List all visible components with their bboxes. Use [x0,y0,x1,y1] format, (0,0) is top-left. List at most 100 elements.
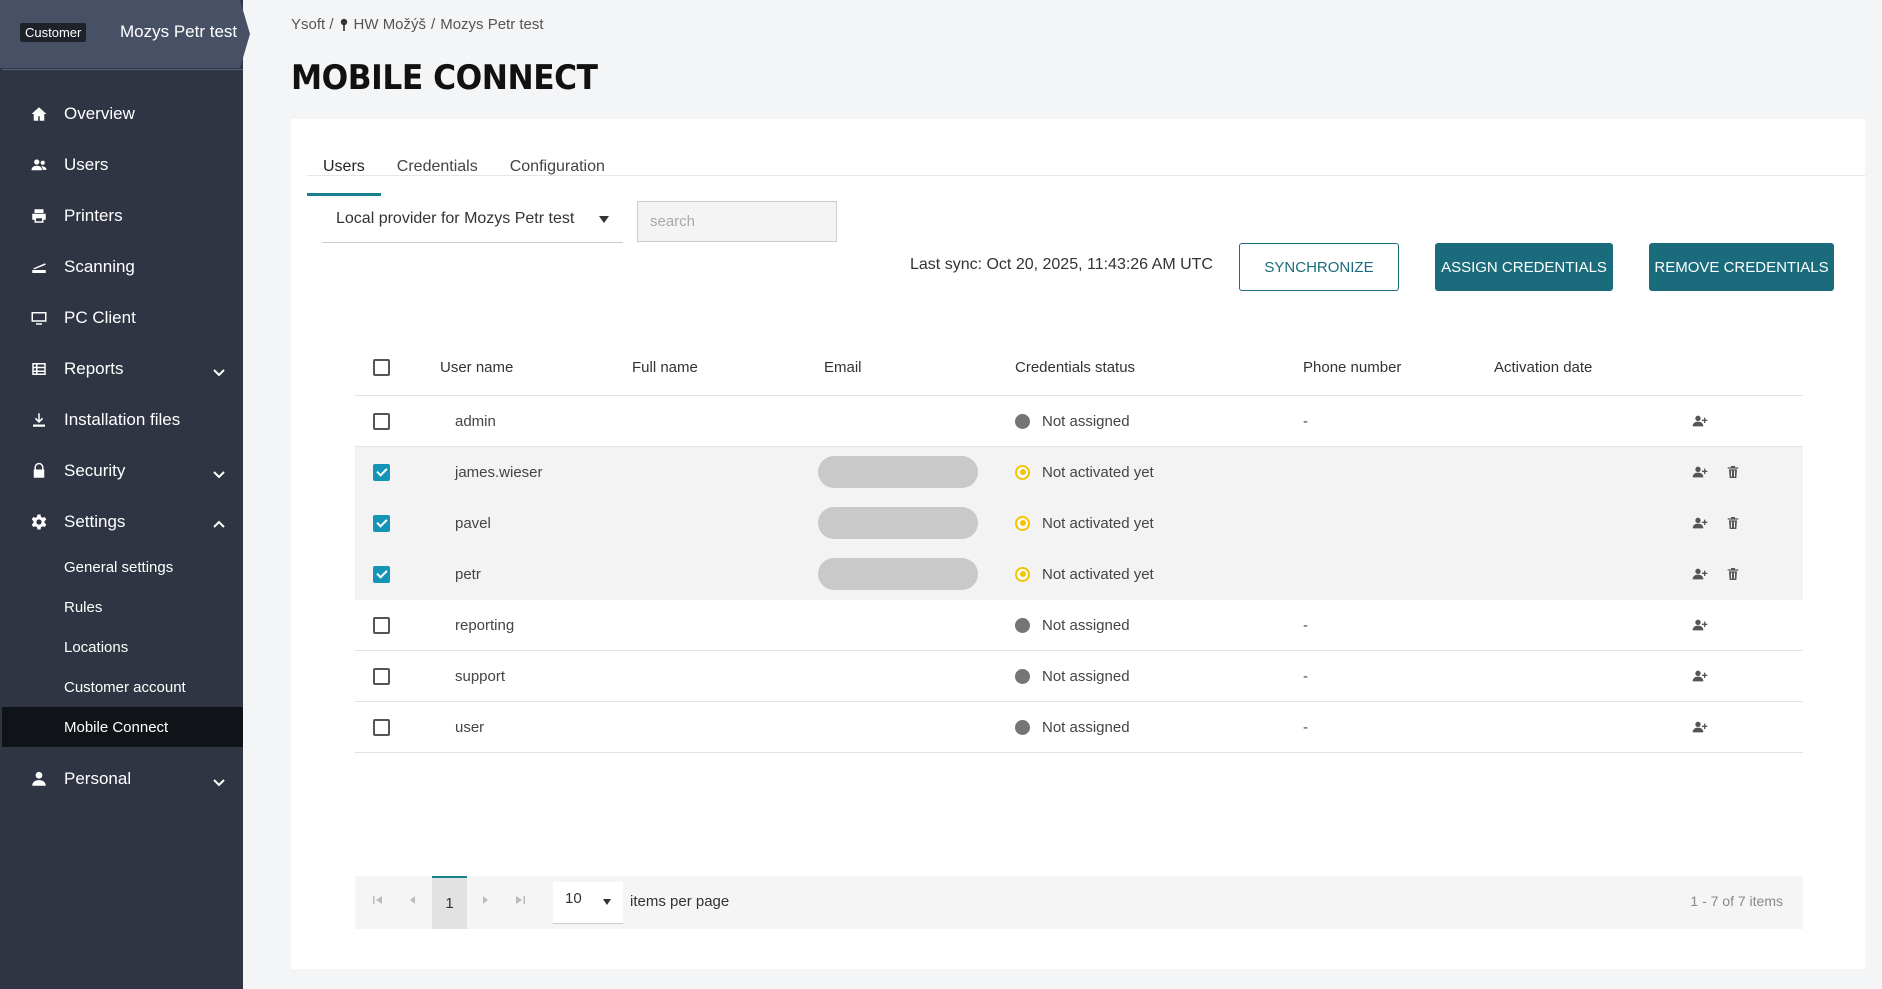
row-checkbox[interactable] [373,412,390,430]
col-activation-date[interactable]: Activation date [1494,340,1592,395]
sidebar-item-pc-client[interactable]: PC Client [0,292,243,343]
row-checkbox-cell [373,498,390,548]
assign-user-icon[interactable] [1691,667,1709,685]
synchronize-button[interactable]: SYNCHRONIZE [1239,243,1399,291]
table-row[interactable]: user Not assigned - [355,702,1803,753]
username-cell: petr [455,565,481,583]
select-all-checkbox[interactable] [373,359,390,376]
assign-user-icon[interactable] [1691,565,1709,583]
sidebar-subitem-general-settings[interactable]: General settings [0,547,243,587]
sidebar-item-label: Settings [64,511,126,531]
person-icon [29,769,49,789]
status-cell: Not activated yet [1015,447,1154,497]
sidebar-divider [2,69,243,70]
action-cell [1691,549,1709,599]
page-title: MOBILE CONNECT [291,58,598,98]
row-checkbox[interactable] [373,463,390,481]
phone-cell: - [1303,718,1308,736]
table-row[interactable]: pavel Not activated yet [355,498,1803,549]
status-text: Not assigned [1042,718,1130,736]
col-fullname[interactable]: Full name [632,340,698,395]
sidebar-item-scanning[interactable]: Scanning [0,241,243,292]
provider-select[interactable]: Local provider for Mozys Petr test [322,200,623,243]
breadcrumb-root[interactable]: Ysoft / [291,16,334,33]
assign-user-icon[interactable] [1691,616,1709,634]
table-row[interactable]: admin Not assigned - [355,396,1803,447]
row-checkbox-cell [373,549,390,599]
sidebar-item-installation-files[interactable]: Installation files [0,394,243,445]
action-cell [1691,600,1709,650]
breadcrumb-location[interactable]: HW Možýš [354,16,427,33]
col-email[interactable]: Email [824,340,862,395]
users-icon [29,155,49,175]
sidebar-subitem-mobile-connect[interactable]: Mobile Connect [2,707,243,747]
row-checkbox[interactable] [373,718,390,736]
assign-user-icon[interactable] [1691,463,1709,481]
sidebar-item-overview[interactable]: Overview [0,88,243,139]
sidebar-item-label: Personal [64,768,132,788]
customer-header[interactable]: Customer Mozys Petr test [0,0,250,68]
col-username[interactable]: User name [440,340,513,395]
table-row[interactable]: petr Not activated yet [355,549,1803,600]
tab-configuration[interactable]: Configuration [494,139,621,196]
remove-credentials-button[interactable]: REMOVE CREDENTIALS [1649,243,1834,291]
sidebar-item-label: PC Client [64,307,136,327]
assign-user-icon[interactable] [1691,514,1709,532]
search-input[interactable] [637,201,837,242]
prev-page-icon[interactable] [407,893,423,909]
row-checkbox[interactable] [373,565,390,583]
sidebar-item-settings[interactable]: Settings [0,496,243,547]
last-page-icon[interactable] [514,893,530,909]
phone-cell: - [1303,667,1308,685]
table-row[interactable]: james.wieser Not activated yet [355,447,1803,498]
lock-icon [29,461,49,481]
assign-user-icon[interactable] [1691,412,1709,430]
action-cell [1724,447,1742,497]
provider-value: Local provider for Mozys Petr test [336,210,575,227]
sidebar-subitem-rules[interactable]: Rules [0,587,243,627]
status-cell: Not assigned [1015,702,1130,752]
pager-info: 1 - 7 of 7 items [1690,893,1783,909]
tab-credentials[interactable]: Credentials [381,139,494,196]
row-checkbox[interactable] [373,514,390,532]
tab-bar: Users Credentials Configuration [307,139,621,196]
username-cell: user [455,718,485,736]
col-phone[interactable]: Phone number [1303,340,1401,395]
sidebar-subitem-customer-account[interactable]: Customer account [0,667,243,707]
tabs-divider [307,175,1865,176]
status-indicator-icon [1015,719,1030,735]
chevron-down-icon [213,773,225,786]
breadcrumb: Ysoft / HW Možýš / Mozys Petr test [291,16,544,33]
sidebar-item-reports[interactable]: Reports [0,343,243,394]
first-page-icon[interactable] [372,893,388,909]
row-checkbox[interactable] [373,616,390,634]
row-checkbox[interactable] [373,667,390,685]
assign-user-icon[interactable] [1691,718,1709,736]
trash-icon[interactable] [1724,463,1742,481]
next-page-icon[interactable] [479,893,495,909]
trash-icon[interactable] [1724,514,1742,532]
status-indicator-icon [1015,668,1030,684]
sidebar-item-printers[interactable]: Printers [0,190,243,241]
col-credentials-status[interactable]: Credentials status [1015,340,1135,395]
page-size-value: 10 [565,890,582,907]
sidebar-item-label: Overview [64,103,135,123]
action-cell [1691,702,1709,752]
tab-users[interactable]: Users [307,139,381,196]
sidebar-item-personal[interactable]: Personal [0,753,243,804]
table-body: admin Not assigned - james.wieser Not activa… [355,396,1803,753]
status-text: Not activated yet [1042,565,1154,583]
page-number-button[interactable]: 1 [432,876,467,929]
redacted-email [818,507,978,539]
sidebar-subitem-locations[interactable]: Locations [0,627,243,667]
status-text: Not activated yet [1042,463,1154,481]
table-row[interactable]: support Not assigned - [355,651,1803,702]
page-size-select[interactable]: 10 [553,882,623,924]
sidebar-item-users[interactable]: Users [0,139,243,190]
email-cell-redacted [818,549,978,599]
table-row[interactable]: reporting Not assigned - [355,600,1803,651]
sidebar-item-security[interactable]: Security [0,445,243,496]
trash-icon[interactable] [1724,565,1742,583]
assign-credentials-button[interactable]: ASSIGN CREDENTIALS [1435,243,1613,291]
chevron-down-icon [213,363,225,376]
